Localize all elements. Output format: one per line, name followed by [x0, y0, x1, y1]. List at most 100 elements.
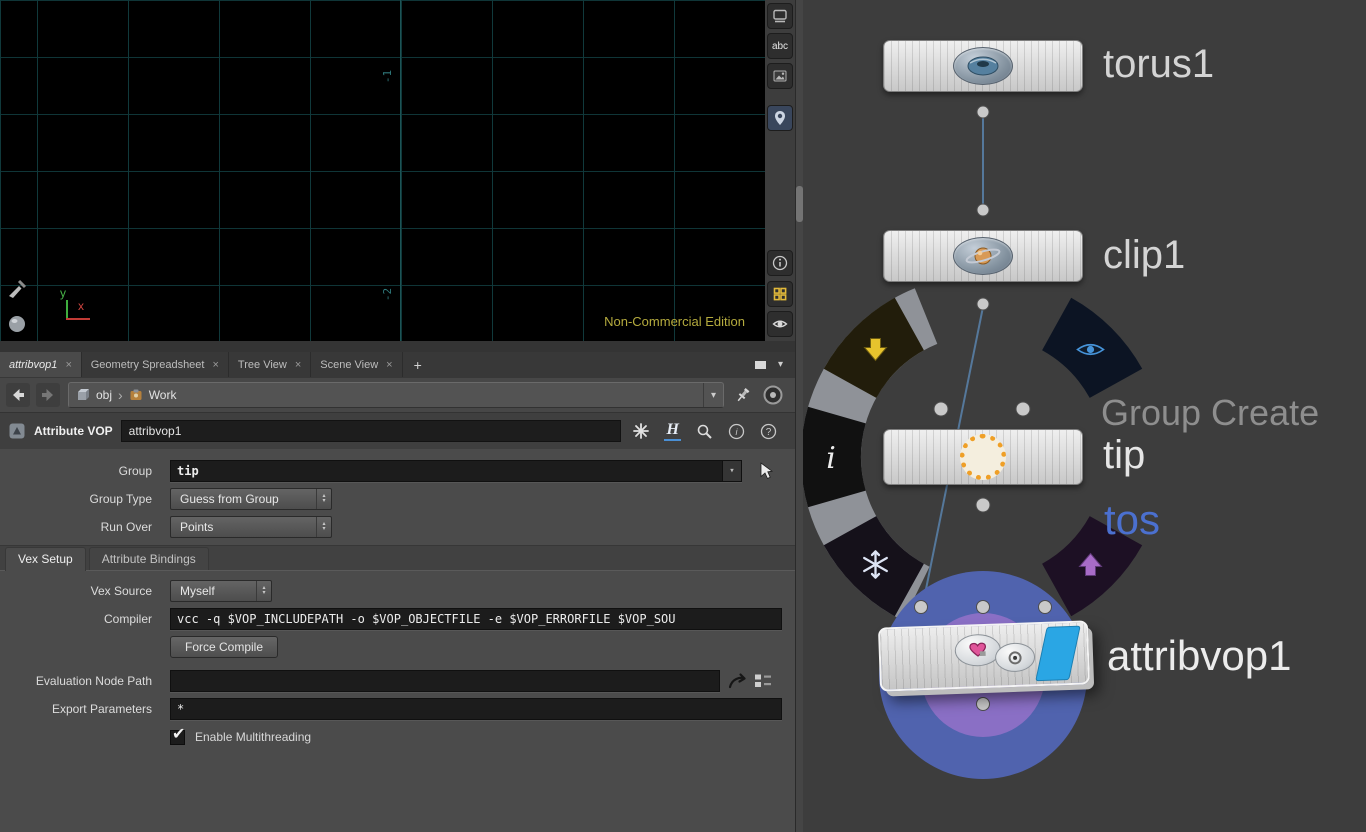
divider-handle[interactable]	[796, 186, 803, 222]
param-row-eval-node-path: Evaluation Node Path	[0, 669, 795, 693]
network-editor[interactable]: i torus1 clip1 Group Create tip tos attr…	[803, 0, 1366, 832]
view-layout-grid-icon[interactable]	[767, 281, 793, 307]
display-options-icon[interactable]	[767, 3, 793, 29]
pane-divider[interactable]	[795, 0, 803, 832]
info-glyph: i	[826, 441, 836, 476]
node-name-value: attribvop1	[128, 424, 182, 438]
float-pane-icon[interactable]	[754, 360, 766, 369]
connector-dot[interactable]	[975, 497, 991, 513]
connector-dot[interactable]	[914, 600, 928, 614]
torus-icon	[953, 47, 1013, 85]
checkmark-icon: ✔	[172, 725, 186, 743]
node-clip1[interactable]	[883, 230, 1083, 282]
connector-dot[interactable]	[976, 297, 990, 311]
path-menu-button[interactable]: ▾	[703, 383, 723, 407]
op-path-pick-icon[interactable]	[728, 672, 748, 690]
viewport-info-icon[interactable]	[767, 250, 793, 276]
search-icon[interactable]	[693, 419, 717, 443]
close-icon[interactable]: ×	[65, 359, 71, 371]
display-flag[interactable]	[1035, 625, 1081, 682]
node-type-label: Attribute VOP	[34, 424, 113, 438]
node-torus1[interactable]	[883, 40, 1083, 92]
connector-dot[interactable]	[1015, 401, 1031, 417]
node-tip-pending[interactable]	[883, 429, 1083, 485]
tab-tree-view[interactable]: Tree View ×	[229, 352, 312, 377]
connector-dot[interactable]	[976, 203, 990, 217]
path-segment-obj[interactable]: obj	[96, 388, 112, 402]
group-input[interactable]: tip ▾	[170, 460, 742, 482]
tab-geometry-spreadsheet[interactable]: Geometry Spreadsheet ×	[82, 352, 229, 377]
houdini-logo-icon[interactable]: H	[661, 419, 685, 443]
evaluation-node-path-input[interactable]	[170, 670, 720, 692]
group-create-icon	[960, 434, 1006, 480]
node-label-clip1: clip1	[1103, 233, 1186, 277]
viewport-canvas[interactable]: -1 -2 y x Non-Commercial Edition	[0, 0, 765, 341]
network-path-combo[interactable]: obj › Work ▾	[68, 382, 724, 408]
param-row-export-parameters: Export Parameters *	[0, 697, 795, 721]
viewport-sphere-icon[interactable]	[5, 312, 29, 336]
close-icon[interactable]: ×	[295, 359, 301, 371]
menu-spinner-icon[interactable]: ▴ ▾	[316, 489, 331, 509]
follow-network-icon[interactable]	[762, 384, 784, 406]
connector-dot[interactable]	[976, 600, 990, 614]
param-label-eval-node-path: Evaluation Node Path	[35, 674, 152, 688]
export-parameters-input[interactable]: *	[170, 698, 782, 720]
run-over-menu[interactable]: Points ▴ ▾	[170, 516, 332, 538]
node-name-field[interactable]: attribvop1	[120, 420, 621, 442]
enable-multithreading-checkbox[interactable]: ✔	[170, 726, 185, 745]
select-geometry-icon[interactable]	[758, 461, 775, 481]
menu-spinner-icon[interactable]: ▴ ▾	[256, 581, 271, 601]
add-tab-button[interactable]: +	[403, 352, 433, 377]
group-menu-button[interactable]: ▾	[722, 461, 741, 481]
menu-spinner-icon[interactable]: ▴ ▾	[316, 517, 331, 537]
y-axis-line	[66, 300, 68, 318]
back-button[interactable]	[6, 383, 30, 407]
group-type-menu[interactable]: Guess from Group ▴ ▾	[170, 488, 332, 510]
vex-source-menu[interactable]: Myself ▴ ▾	[170, 580, 272, 602]
attribute-vop-icon	[9, 423, 25, 439]
scene-viewport: -1 -2 y x Non-Commercial Edition abc	[0, 0, 795, 341]
view-location-icon[interactable]	[767, 105, 793, 131]
x-axis-label: x	[78, 299, 84, 313]
help-icon[interactable]: ?	[757, 419, 781, 443]
close-icon[interactable]: ×	[386, 359, 392, 371]
connector-dot[interactable]	[1038, 600, 1052, 614]
connector-dot[interactable]	[933, 401, 949, 417]
close-icon[interactable]: ×	[212, 359, 218, 371]
connector-dot[interactable]	[976, 105, 990, 119]
connector-dot[interactable]	[976, 697, 990, 711]
tab-vex-setup[interactable]: Vex Setup	[5, 547, 86, 571]
viewport-brush-icon[interactable]	[3, 276, 29, 302]
visibility-eye-icon[interactable]	[767, 311, 793, 337]
left-pane: -1 -2 y x Non-Commercial Edition abc att…	[0, 0, 795, 832]
tab-scene-view[interactable]: Scene View ×	[311, 352, 403, 377]
pane-tab-bar: attribvop1 × Geometry Spreadsheet × Tree…	[0, 352, 795, 377]
text-overlay-icon[interactable]: abc	[767, 33, 793, 59]
snapshot-icon[interactable]	[767, 63, 793, 89]
info-icon[interactable]: i	[725, 419, 749, 443]
houdini-window: -1 -2 y x Non-Commercial Edition abc att…	[0, 0, 1366, 832]
pin-icon[interactable]	[732, 384, 754, 406]
viewport-toolbar: abc	[765, 0, 795, 341]
dial-icon	[994, 642, 1036, 673]
path-segment-work[interactable]: Work	[149, 388, 177, 402]
parameter-header: Attribute VOP attribvop1 H i ?	[0, 412, 795, 449]
tab-attribvop1[interactable]: attribvop1 ×	[0, 352, 82, 377]
node-attribvop1[interactable]	[877, 620, 1091, 692]
asterisk-icon[interactable]	[629, 419, 653, 443]
group-value: tip	[177, 464, 199, 478]
compiler-input[interactable]: vcc -q $VOP_INCLUDEPATH -o $VOP_OBJECTFI…	[170, 608, 782, 630]
pie-menu-selected-label: tip	[1103, 433, 1146, 477]
tab-attribute-bindings[interactable]: Attribute Bindings	[88, 547, 209, 570]
pie-menu-heading: Group Create	[1101, 392, 1320, 433]
node-browser-icon[interactable]	[754, 673, 772, 689]
forward-button[interactable]	[36, 383, 60, 407]
node-label-torus1: torus1	[1103, 42, 1215, 86]
edition-watermark: Non-Commercial Edition	[604, 314, 745, 329]
grid-tick-label: -1	[381, 69, 395, 84]
force-compile-button[interactable]: Force Compile	[170, 636, 279, 658]
param-label-run-over: Run Over	[100, 520, 152, 534]
pane-menu-icon[interactable]: ▾	[778, 359, 783, 370]
param-label-export-parameters: Export Parameters	[51, 702, 152, 716]
param-row-run-over: Run Over Points ▴ ▾	[0, 515, 795, 539]
